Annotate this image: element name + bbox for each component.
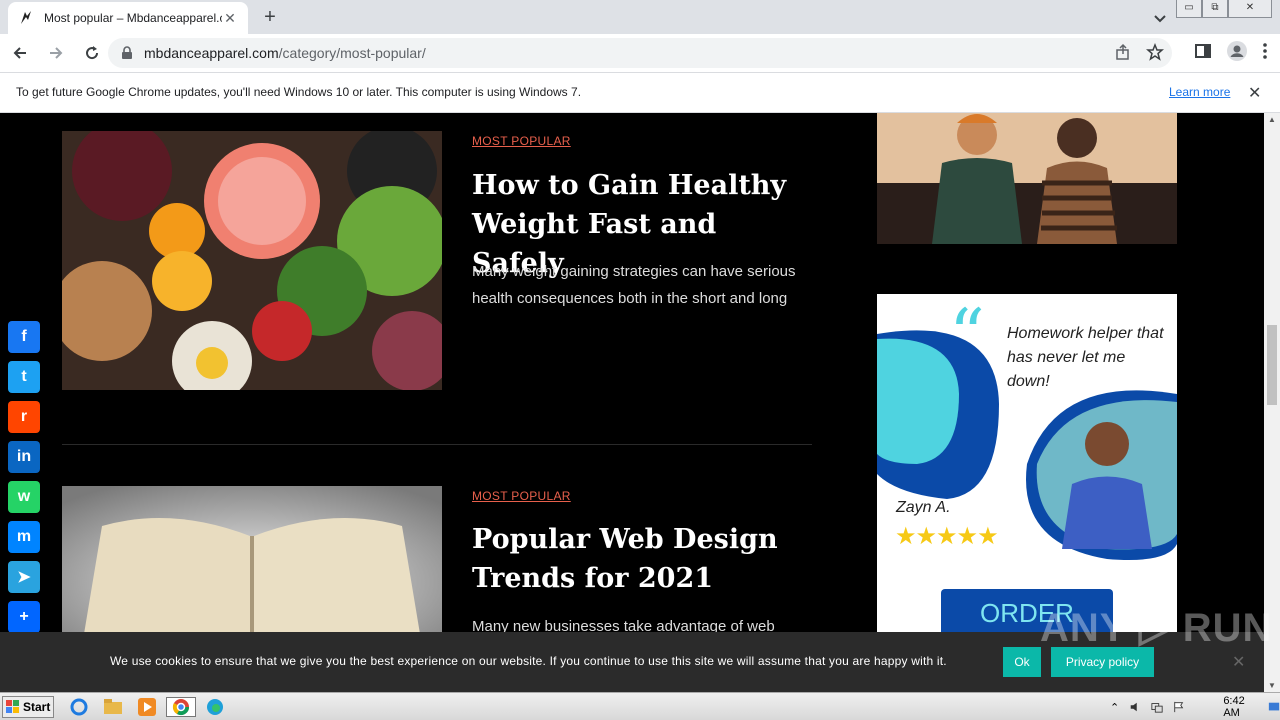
post-category-link[interactable]: MOST POPULAR bbox=[472, 489, 571, 503]
ie-taskbar-icon[interactable] bbox=[68, 697, 90, 717]
social-share-bar: f t r in w m ➤ + bbox=[8, 321, 40, 641]
restore-button[interactable]: ⧉ bbox=[1202, 0, 1228, 18]
cookie-message: We use cookies to ensure that we give yo… bbox=[110, 654, 947, 668]
forward-arrow-icon bbox=[50, 47, 63, 59]
twitter-icon: t bbox=[21, 368, 27, 385]
share-page-icon[interactable] bbox=[1114, 43, 1132, 61]
telegram-icon: ➤ bbox=[17, 569, 31, 586]
scrollbar-thumb[interactable] bbox=[1267, 325, 1277, 405]
browser-toolbar: mbdanceapparel.com/category/most-popular… bbox=[0, 34, 1280, 72]
post-category-link[interactable]: MOST POPULAR bbox=[472, 134, 571, 148]
windows-taskbar: Start ⌃ 6:42 AM bbox=[0, 692, 1280, 720]
linkedin-share-button[interactable]: in bbox=[8, 441, 40, 473]
kebab-menu-icon[interactable] bbox=[1262, 42, 1268, 60]
windows-logo-icon bbox=[6, 700, 19, 713]
browser-tab[interactable]: Most popular – Mbdanceapparel.com ✕ bbox=[8, 2, 248, 34]
start-button[interactable]: Start bbox=[2, 696, 54, 718]
tab-close-icon[interactable]: ✕ bbox=[222, 10, 238, 27]
reddit-icon: r bbox=[20, 408, 28, 425]
taskbar-clock[interactable]: 6:42 AM bbox=[1223, 695, 1258, 719]
cookie-ok-button[interactable]: Ok bbox=[1003, 647, 1041, 677]
lock-icon[interactable] bbox=[120, 46, 134, 60]
tab-strip: Most popular – Mbdanceapparel.com ✕ + ▭ … bbox=[0, 0, 1280, 34]
cookie-close-icon[interactable]: ✕ bbox=[1232, 652, 1245, 672]
side-panel-icon[interactable] bbox=[1194, 42, 1212, 60]
facebook-share-button[interactable]: f bbox=[8, 321, 40, 353]
share-plus-icon: + bbox=[19, 608, 29, 625]
whatsapp-share-button[interactable]: w bbox=[8, 481, 40, 513]
site-favicon-icon bbox=[21, 11, 31, 24]
infobar-close-icon[interactable]: ✕ bbox=[1248, 83, 1261, 103]
start-label: Start bbox=[23, 700, 51, 714]
post-excerpt: Many new businesses take advantage of we… bbox=[472, 618, 775, 632]
url-host: mbdanceapparel.com bbox=[144, 45, 279, 61]
edge-taskbar-icon[interactable] bbox=[204, 697, 226, 717]
whatsapp-icon: w bbox=[17, 488, 31, 505]
post-image-food[interactable] bbox=[62, 131, 442, 390]
window-controls: ▭ ⧉ ✕ bbox=[1176, 0, 1272, 18]
reload-button[interactable] bbox=[76, 37, 108, 69]
messenger-share-button[interactable]: m bbox=[8, 521, 40, 553]
toolbar-actions bbox=[1194, 40, 1268, 62]
learn-more-link[interactable]: Learn more bbox=[1169, 85, 1230, 99]
ad-reviewer-name: Zayn A. bbox=[896, 499, 951, 516]
more-share-button[interactable]: + bbox=[8, 601, 40, 633]
linkedin-icon: in bbox=[16, 448, 32, 465]
tab-title: Most popular – Mbdanceapparel.com bbox=[44, 11, 222, 25]
privacy-policy-button[interactable]: Privacy policy bbox=[1051, 647, 1154, 677]
sidebar-photo-people[interactable] bbox=[877, 113, 1177, 244]
reddit-share-button[interactable]: r bbox=[8, 401, 40, 433]
address-bar[interactable]: mbdanceapparel.com/category/most-popular… bbox=[108, 38, 1172, 68]
window-close-button[interactable]: ✕ bbox=[1228, 0, 1272, 18]
scroll-up-arrow-icon[interactable]: ▲ bbox=[1268, 115, 1276, 124]
back-button[interactable] bbox=[4, 37, 36, 69]
media-player-taskbar-icon[interactable] bbox=[136, 697, 158, 717]
url-path: /category/most-popular/ bbox=[278, 45, 426, 61]
update-infobar: To get future Google Chrome updates, you… bbox=[0, 72, 1280, 113]
show-desktop-icon[interactable] bbox=[1268, 700, 1280, 714]
anyrun-watermark: ANY ▷ RUN bbox=[1040, 606, 1273, 650]
explorer-taskbar-icon[interactable] bbox=[102, 697, 124, 717]
post-divider bbox=[62, 444, 812, 445]
telegram-share-button[interactable]: ➤ bbox=[8, 561, 40, 593]
ad-rating-stars: ★★★★★ bbox=[895, 523, 999, 550]
scroll-down-arrow-icon[interactable]: ▼ bbox=[1268, 681, 1276, 690]
forward-button[interactable] bbox=[40, 37, 72, 69]
tray-expand-icon[interactable]: ⌃ bbox=[1110, 701, 1119, 714]
back-arrow-icon bbox=[13, 47, 26, 59]
ad-headline: Homework helper that has never let me do… bbox=[1007, 325, 1164, 390]
volume-icon[interactable] bbox=[1129, 700, 1141, 714]
new-tab-button[interactable]: + bbox=[258, 6, 282, 30]
chrome-taskbar-icon[interactable] bbox=[166, 697, 196, 717]
network-icon[interactable] bbox=[1151, 700, 1163, 714]
infobar-message: To get future Google Chrome updates, you… bbox=[16, 85, 582, 99]
page-content: MOST POPULAR How to Gain Healthy Weight … bbox=[0, 113, 1264, 632]
sidebar-ad-banner[interactable]: “ Homework helper that has never let me … bbox=[877, 294, 1177, 632]
twitter-share-button[interactable]: t bbox=[8, 361, 40, 393]
post-image-book[interactable] bbox=[62, 486, 442, 632]
post-title[interactable]: Popular Web Design Trends for 2021 bbox=[472, 520, 812, 598]
system-tray: ⌃ 6:42 AM bbox=[1104, 695, 1280, 719]
profile-avatar-icon[interactable] bbox=[1226, 40, 1248, 62]
messenger-icon: m bbox=[16, 528, 32, 545]
tab-search-chevron-icon[interactable] bbox=[1150, 8, 1170, 28]
ad-quote-mark-icon: “ bbox=[949, 294, 985, 376]
minimize-button[interactable]: ▭ bbox=[1176, 0, 1202, 18]
post-excerpt: Many weight gaining strategies can have … bbox=[472, 263, 796, 307]
flag-icon[interactable] bbox=[1173, 700, 1185, 714]
facebook-icon: f bbox=[21, 328, 27, 345]
reload-icon bbox=[86, 46, 99, 60]
bookmark-star-icon[interactable] bbox=[1146, 43, 1164, 61]
omnibox-actions bbox=[1114, 43, 1164, 61]
